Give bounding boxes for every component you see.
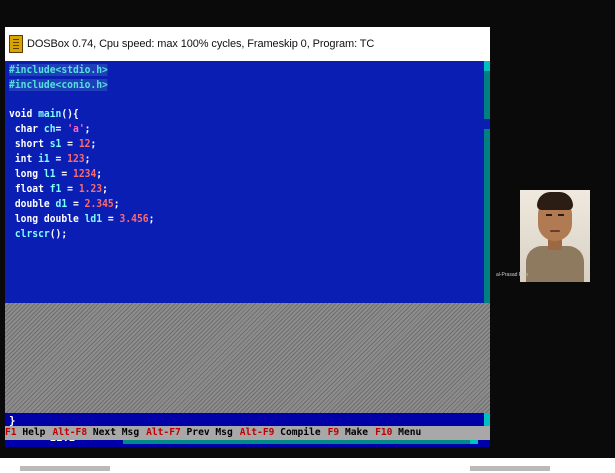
code-token: ; bbox=[96, 168, 103, 180]
code-token: 123 bbox=[67, 153, 85, 165]
window-title: DOSBox 0.74, Cpu speed: max 100% cycles,… bbox=[27, 38, 375, 50]
scroll-up-arrow[interactable] bbox=[484, 61, 490, 71]
code-token: s1 bbox=[49, 138, 62, 150]
code-token: main bbox=[38, 108, 62, 120]
code-token: 1.23 bbox=[78, 183, 103, 195]
code-token: char bbox=[9, 123, 44, 135]
code-line[interactable]: float f1 = 1.23; bbox=[9, 182, 108, 196]
fkey-key: F1 bbox=[5, 427, 17, 438]
webcam-name-label: al-Prasad Rao bbox=[496, 272, 528, 278]
code-token: #include<stdio.h> bbox=[9, 64, 108, 76]
code-line[interactable]: char ch= 'a'; bbox=[9, 122, 91, 136]
scroll-thumb[interactable] bbox=[484, 119, 490, 129]
code-token: clrscr bbox=[9, 228, 50, 240]
code-token: (); bbox=[49, 228, 68, 240]
code-line[interactable]: void main(){ bbox=[9, 107, 79, 121]
fkey-label: Menu bbox=[392, 427, 422, 438]
code-line[interactable]: clrscr(); bbox=[9, 227, 67, 241]
fkey-item-next-msg[interactable]: Alt-F8 Next Msg bbox=[52, 427, 139, 438]
fkey-item-menu[interactable]: F10 Menu bbox=[375, 427, 421, 438]
code-token: ; bbox=[90, 138, 97, 150]
code-line[interactable]: int i1 = 123; bbox=[9, 152, 91, 166]
code-token: 2.345 bbox=[84, 198, 114, 210]
code-token: ch bbox=[43, 123, 56, 135]
vertical-scrollbar[interactable] bbox=[484, 61, 490, 303]
code-token: ; bbox=[148, 213, 155, 225]
code-token: = bbox=[102, 213, 120, 225]
function-key-bar: F1 Help Alt-F8 Next Msg Alt-F7 Prev Msg Alt… bbox=[5, 426, 490, 440]
code-token: = bbox=[61, 138, 79, 150]
code-token: = bbox=[55, 123, 68, 135]
fkey-item-help[interactable]: F1 Help bbox=[5, 427, 45, 438]
title-bar[interactable]: DOSBox 0.74, Cpu speed: max 100% cycles,… bbox=[5, 27, 490, 61]
taskbar-strip bbox=[0, 458, 615, 473]
fkey-key: F10 bbox=[375, 427, 393, 438]
fkey-item-prev-msg[interactable]: Alt-F7 Prev Msg bbox=[146, 427, 233, 438]
code-token: 3.456 bbox=[119, 213, 149, 225]
code-token: void bbox=[9, 108, 39, 120]
code-token: l1 bbox=[43, 168, 56, 180]
code-editor[interactable]: #include<stdio.h> #include<conio.h> void m… bbox=[5, 61, 484, 303]
code-line[interactable]: double d1 = 2.345; bbox=[9, 197, 120, 211]
code-token: double bbox=[9, 198, 56, 210]
fkey-label: Next Msg bbox=[87, 427, 140, 438]
code-token: d1 bbox=[55, 198, 68, 210]
code-token: = bbox=[49, 153, 68, 165]
dosbox-window[interactable]: DOSBox 0.74, Cpu speed: max 100% cycles,… bbox=[5, 27, 490, 447]
code-token: = bbox=[61, 183, 79, 195]
fkey-key: Alt-F7 bbox=[146, 427, 181, 438]
fkey-item-compile[interactable]: Alt-F9 Compile bbox=[240, 427, 321, 438]
code-token: = bbox=[55, 168, 73, 180]
code-line[interactable]: long double ld1 = 3.456; bbox=[9, 212, 155, 226]
code-token: long bbox=[9, 168, 44, 180]
fkey-label: Help bbox=[16, 427, 46, 438]
code-line[interactable]: short s1 = 12; bbox=[9, 137, 96, 151]
code-token: ; bbox=[84, 123, 91, 135]
fkey-key: Alt-F9 bbox=[239, 427, 275, 438]
code-line[interactable]: long l1 = 1234; bbox=[9, 167, 102, 181]
code-token: 'a' bbox=[67, 123, 85, 135]
fkey-item-make[interactable]: F9 Make bbox=[328, 427, 368, 438]
webcam-video bbox=[520, 190, 590, 282]
code-line[interactable]: #include<conio.h> bbox=[9, 78, 108, 92]
code-token: short bbox=[9, 138, 50, 150]
fkey-key: Alt-F8 bbox=[52, 427, 88, 438]
code-token: (){ bbox=[61, 108, 79, 120]
code-token: = bbox=[67, 198, 85, 210]
code-token: 1234 bbox=[72, 168, 97, 180]
code-token: long double bbox=[9, 213, 85, 225]
code-token: ; bbox=[102, 183, 108, 195]
code-token: 12 bbox=[78, 138, 91, 150]
fkey-label: Make bbox=[339, 427, 369, 438]
code-token: #include<conio.h> bbox=[9, 79, 108, 91]
code-token: i1 bbox=[38, 153, 50, 165]
fkey-label: Compile bbox=[274, 427, 321, 438]
code-token: ; bbox=[113, 198, 120, 210]
code-token: float bbox=[9, 183, 50, 195]
fkey-label: Prev Msg bbox=[180, 427, 233, 438]
fkey-key: F9 bbox=[327, 427, 340, 438]
code-token: ld1 bbox=[84, 213, 103, 225]
message-window bbox=[5, 303, 490, 413]
code-token: f1 bbox=[49, 183, 62, 195]
dos-screen[interactable]: #include<stdio.h> #include<conio.h> void m… bbox=[5, 61, 490, 447]
code-line[interactable]: #include<stdio.h> bbox=[9, 63, 108, 77]
dosbox-icon[interactable] bbox=[9, 35, 23, 53]
code-token: int bbox=[9, 153, 39, 165]
code-token: ; bbox=[84, 153, 91, 165]
